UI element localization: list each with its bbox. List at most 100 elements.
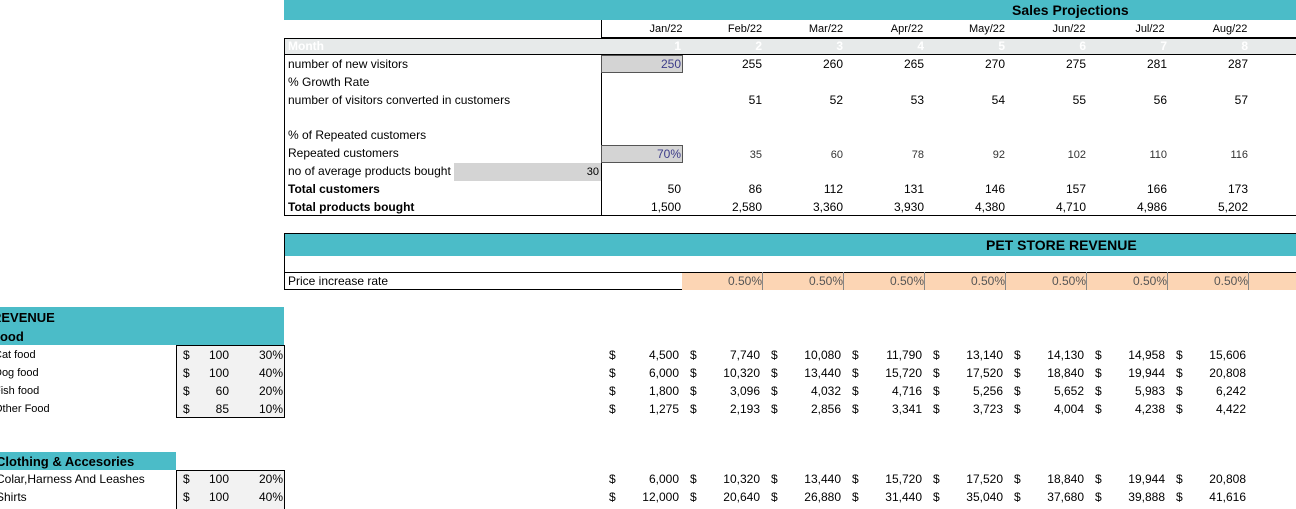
month-number: 7 — [1160, 39, 1167, 53]
converted-value: 56 — [1153, 93, 1167, 107]
clothing-price-currency: $ — [183, 490, 190, 504]
clothing-revenue-value: 35,040 — [966, 490, 1003, 504]
clothing-revenue-currency: $ — [852, 472, 859, 486]
food-revenue-currency: $ — [933, 402, 940, 416]
total-products-value: 4,710 — [1055, 200, 1086, 214]
food-revenue-value: 4,716 — [891, 384, 922, 398]
food-pct-value[interactable]: 10% — [240, 400, 283, 418]
month-number: 4 — [917, 39, 924, 53]
food-revenue-value: 4,422 — [1215, 402, 1246, 416]
food-revenue-value: 5,256 — [972, 384, 1003, 398]
price-increase-label: Price increase rate — [288, 274, 389, 288]
total-products-value: 2,580 — [731, 200, 762, 214]
food-revenue-currency: $ — [1014, 366, 1021, 380]
food-revenue-currency: $ — [609, 384, 616, 398]
food-revenue-currency: $ — [771, 366, 778, 380]
month-header: Jan/22 — [649, 23, 683, 35]
total-customers-value: 112 — [823, 182, 843, 196]
total-customers-value: 166 — [1146, 182, 1167, 196]
food-revenue-currency: $ — [690, 384, 697, 398]
new-visitors-value: 270 — [984, 57, 1005, 71]
clothing-revenue-value: 41,616 — [1209, 490, 1246, 504]
clothing-price-value[interactable]: 100 — [196, 488, 229, 506]
food-pct-value[interactable]: 30% — [240, 346, 283, 364]
food-price-value[interactable]: 85 — [196, 400, 229, 418]
price-increase-value[interactable]: 0.50% — [702, 272, 763, 290]
food-revenue-value: 4,032 — [810, 384, 841, 398]
clothing-revenue-value: 15,720 — [885, 472, 922, 486]
new-visitors-value: 281 — [1146, 57, 1167, 71]
clothing-pct-value[interactable]: 20% — [240, 470, 283, 488]
food-revenue-value: 17,520 — [966, 366, 1003, 380]
sales-table-left-border — [284, 38, 285, 216]
food-revenue-currency: $ — [1014, 384, 1021, 398]
repeated-value[interactable]: 70% — [601, 145, 681, 163]
clothing-pct-value[interactable]: 40% — [240, 488, 283, 506]
clothing-revenue-value: 31,440 — [885, 490, 922, 504]
repeated-value: 35 — [749, 149, 762, 161]
food-revenue-value: 4,500 — [648, 348, 679, 362]
total-customers-value: 173 — [1227, 182, 1248, 196]
food-revenue-currency: $ — [852, 402, 859, 416]
month-label: Month — [288, 39, 324, 53]
repeated-value: 60 — [830, 149, 843, 161]
food-revenue-value: 14,958 — [1128, 348, 1165, 362]
food-revenue-value: 4,238 — [1134, 402, 1165, 416]
row-label-total-customers: Total customers — [288, 182, 380, 196]
clothing-revenue-currency: $ — [771, 490, 778, 504]
food-revenue-currency: $ — [1095, 402, 1102, 416]
food-revenue-value: 7,740 — [729, 348, 760, 362]
clothing-revenue-currency: $ — [609, 472, 616, 486]
total-customers-value: 50 — [667, 182, 681, 196]
food-revenue-currency: $ — [852, 384, 859, 398]
clothing-price-value[interactable]: 100 — [196, 470, 229, 488]
new-visitors-value: 265 — [903, 57, 924, 71]
clothing-revenue-value: 19,944 — [1128, 472, 1165, 486]
food-price-value[interactable]: 100 — [196, 364, 229, 382]
food-title: Food — [0, 329, 24, 344]
clothing-revenue-currency: $ — [1014, 490, 1021, 504]
food-revenue-currency: $ — [1176, 366, 1183, 380]
total-products-value: 3,360 — [812, 200, 843, 214]
price-increase-value[interactable]: 0.50% — [1107, 272, 1168, 290]
total-products-value: 4,380 — [974, 200, 1005, 214]
food-price-currency: $ — [183, 384, 190, 398]
food-pct-value[interactable]: 20% — [240, 382, 283, 400]
clothing-revenue-currency: $ — [771, 472, 778, 486]
price-increase-value[interactable]: 0.50% — [864, 272, 925, 290]
price-increase-value[interactable]: 0.50% — [1188, 272, 1249, 290]
food-revenue-currency: $ — [1095, 366, 1102, 380]
food-revenue-value: 20,808 — [1209, 366, 1246, 380]
sales-projections-title: Sales Projections — [1012, 2, 1129, 18]
food-revenue-currency: $ — [1176, 402, 1183, 416]
food-revenue-value: 6,000 — [648, 366, 679, 380]
clothing-revenue-value: 10,320 — [723, 472, 760, 486]
food-revenue-currency: $ — [1014, 402, 1021, 416]
clothing-revenue-currency: $ — [933, 490, 940, 504]
food-revenue-value: 4,004 — [1053, 402, 1084, 416]
price-increase-value[interactable]: 0.50% — [1026, 272, 1087, 290]
avg-products-value[interactable]: 30 — [560, 163, 599, 181]
month-number: 6 — [1079, 39, 1086, 53]
price-increase-value[interactable]: 0.50% — [783, 272, 844, 290]
clothing-revenue-value: 26,880 — [804, 490, 841, 504]
row-label-total-products: Total products bought — [288, 200, 415, 214]
clothing-revenue-value: 20,640 — [723, 490, 760, 504]
new-visitors-value[interactable]: 250 — [601, 55, 681, 73]
food-price-value[interactable]: 100 — [196, 346, 229, 364]
food-price-value[interactable]: 60 — [196, 382, 229, 400]
month-number: 3 — [836, 39, 843, 53]
food-revenue-currency: $ — [1095, 384, 1102, 398]
price-increase-value[interactable]: 0.50% — [945, 272, 1006, 290]
month-header: Mar/22 — [808, 23, 844, 35]
food-pct-value[interactable]: 40% — [240, 364, 283, 382]
converted-value: 54 — [991, 93, 1005, 107]
food-revenue-currency: $ — [933, 366, 940, 380]
food-revenue-value: 1,275 — [648, 402, 679, 416]
converted-value: 52 — [829, 93, 843, 107]
clothing-revenue-value: 6,000 — [648, 472, 679, 486]
total-products-value: 3,930 — [893, 200, 924, 214]
food-revenue-currency: $ — [690, 366, 697, 380]
row-label-repeated: Repeated customers — [288, 146, 399, 160]
food-item-label: Other Food — [0, 403, 50, 415]
